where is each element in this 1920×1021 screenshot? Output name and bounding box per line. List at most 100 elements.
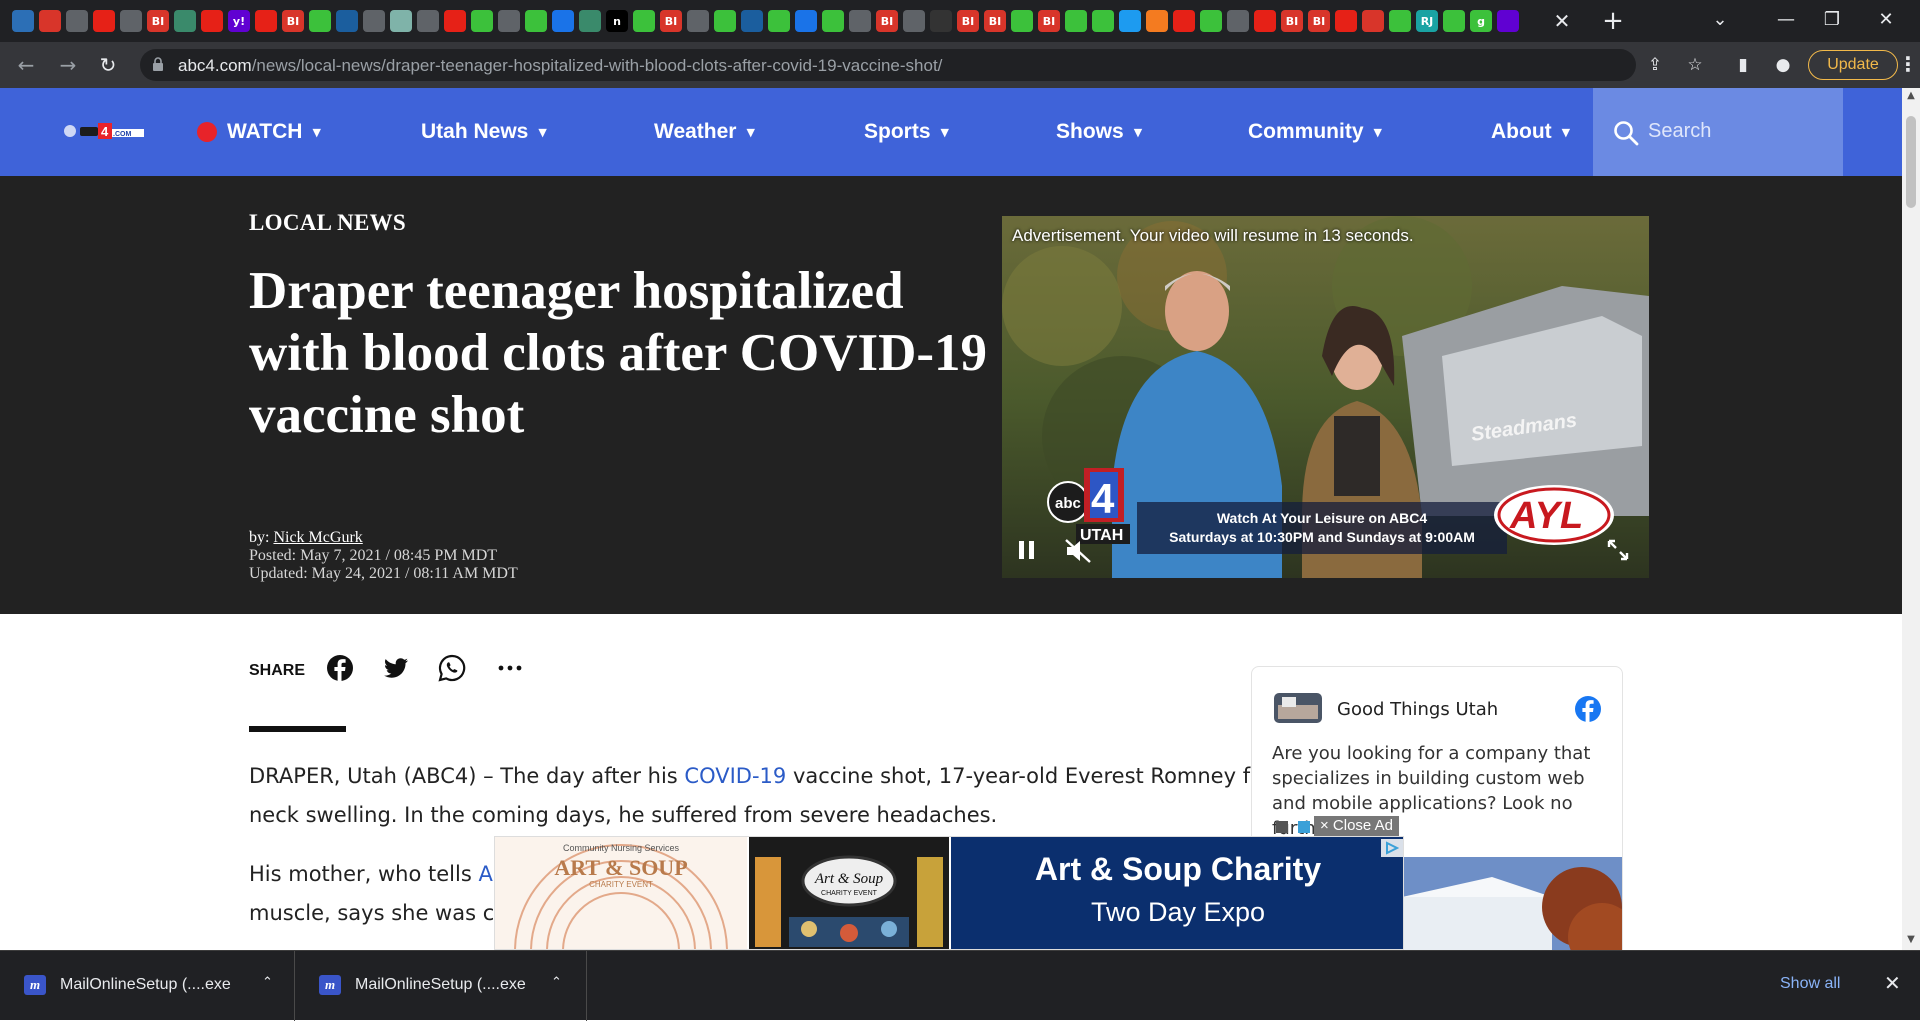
close-ad-button[interactable]: × Close Ad	[1314, 816, 1399, 836]
new-tab-button[interactable]: +	[1598, 6, 1628, 36]
fullscreen-icon[interactable]	[1606, 538, 1630, 562]
scrollbar-thumb[interactable]	[1906, 116, 1916, 208]
business-insider-favicon-icon[interactable]: BI	[147, 10, 169, 32]
play-favicon-icon[interactable]	[714, 10, 736, 32]
twitter-icon[interactable]	[382, 654, 410, 682]
globe-favicon-icon[interactable]	[66, 10, 88, 32]
show-all-downloads-link[interactable]: Show all	[1780, 975, 1840, 993]
globe-favicon-icon[interactable]	[498, 10, 520, 32]
business-insider-favicon-icon[interactable]: BI	[876, 10, 898, 32]
play-favicon-icon[interactable]	[822, 10, 844, 32]
globe-favicon-icon[interactable]	[687, 10, 709, 32]
post-image[interactable]	[1402, 857, 1623, 950]
section-kicker[interactable]: LOCAL NEWS	[249, 210, 406, 236]
business-insider-favicon-icon[interactable]: BI	[1308, 10, 1330, 32]
share-page-icon[interactable]: ⇪	[1644, 54, 1666, 76]
scroll-up-icon[interactable]: ▲	[1905, 90, 1917, 102]
site-logo[interactable]: 4 .COM	[62, 120, 146, 142]
globe-favicon-icon[interactable]	[120, 10, 142, 32]
play-favicon-icon[interactable]	[1065, 10, 1087, 32]
chevron-up-icon[interactable]: ⌃	[551, 975, 562, 990]
business-insider-favicon-icon[interactable]: BI	[660, 10, 682, 32]
generic-favicon-icon[interactable]	[336, 10, 358, 32]
page-name[interactable]: Good Things Utah	[1337, 699, 1498, 720]
generic-favicon-icon[interactable]: n	[606, 10, 628, 32]
page-scrollbar[interactable]: ▲ ▼	[1902, 88, 1920, 950]
youtube-favicon-icon[interactable]	[1254, 10, 1276, 32]
adchoices-icon[interactable]	[1381, 839, 1403, 857]
forward-icon[interactable]: →	[54, 51, 82, 79]
close-download-shelf-icon[interactable]: ✕	[1884, 971, 1901, 995]
profile-icon[interactable]: ●	[1772, 54, 1794, 76]
generic-favicon-icon[interactable]	[903, 10, 925, 32]
nav-shows[interactable]: Shows ▼	[1056, 118, 1142, 146]
generic-favicon-icon[interactable]	[1497, 10, 1519, 32]
generic-favicon-icon[interactable]	[363, 10, 385, 32]
author-link[interactable]: Nick McGurk	[273, 529, 362, 546]
generic-favicon-icon[interactable]	[12, 10, 34, 32]
close-tab-icon[interactable]: ✕	[1548, 8, 1576, 34]
browser-menu-icon[interactable]: ⋮	[1898, 52, 1918, 78]
scroll-down-icon[interactable]: ▼	[1905, 934, 1917, 946]
lock-icon[interactable]	[152, 57, 164, 71]
nav-utah-news[interactable]: Utah News ▼	[421, 118, 547, 146]
generic-favicon-icon[interactable]: g	[1470, 10, 1492, 32]
bookmark-star-icon[interactable]: ☆	[1684, 54, 1706, 76]
pause-icon[interactable]	[1016, 538, 1038, 562]
minimize-icon[interactable]: —	[1766, 4, 1806, 36]
business-insider-favicon-icon[interactable]: BI	[1038, 10, 1060, 32]
globe-favicon-icon[interactable]	[417, 10, 439, 32]
play-favicon-icon[interactable]	[1443, 10, 1465, 32]
generic-favicon-icon[interactable]: RJ	[1416, 10, 1438, 32]
generic-favicon-icon[interactable]	[930, 10, 952, 32]
youtube-favicon-icon[interactable]	[255, 10, 277, 32]
address-bar[interactable]: abc4.com/news/local-news/draper-teenager…	[140, 49, 1636, 81]
search-input[interactable]: Search	[1648, 120, 1711, 143]
download-item[interactable]: m MailOnlineSetup (....exe ⌃	[0, 951, 295, 1021]
play-favicon-icon[interactable]	[1389, 10, 1411, 32]
facebook-icon[interactable]	[1574, 695, 1602, 723]
restore-icon[interactable]: ❐	[1812, 4, 1852, 36]
play-favicon-icon[interactable]	[525, 10, 547, 32]
download-item[interactable]: m MailOnlineSetup (....exe ⌃	[295, 951, 587, 1021]
generic-favicon-icon[interactable]	[849, 10, 871, 32]
search-favicon-icon[interactable]	[552, 10, 574, 32]
yahoo-favicon-icon[interactable]: y!	[228, 10, 250, 32]
youtube-favicon-icon[interactable]	[1173, 10, 1195, 32]
nav-watch[interactable]: WATCH ▼	[197, 118, 321, 146]
reload-icon[interactable]: ↻	[94, 51, 122, 79]
generic-favicon-icon[interactable]	[1362, 10, 1384, 32]
business-insider-favicon-icon[interactable]: BI	[1281, 10, 1303, 32]
youtube-favicon-icon[interactable]	[1335, 10, 1357, 32]
play-favicon-icon[interactable]	[633, 10, 655, 32]
tab-search-icon[interactable]: ⌄	[1700, 4, 1740, 36]
globe-favicon-icon[interactable]	[1227, 10, 1249, 32]
back-icon[interactable]: ←	[12, 51, 40, 79]
side-panel-icon[interactable]: ▮	[1732, 54, 1754, 76]
nav-sports[interactable]: Sports ▼	[864, 118, 949, 146]
play-favicon-icon[interactable]	[1011, 10, 1033, 32]
play-favicon-icon[interactable]	[309, 10, 331, 32]
play-favicon-icon[interactable]	[1200, 10, 1222, 32]
facebook-icon[interactable]	[326, 654, 354, 682]
more-icon[interactable]	[496, 654, 524, 682]
business-insider-favicon-icon[interactable]: BI	[282, 10, 304, 32]
business-insider-favicon-icon[interactable]: BI	[957, 10, 979, 32]
generic-favicon-icon[interactable]	[174, 10, 196, 32]
generic-favicon-icon[interactable]	[39, 10, 61, 32]
video-ad-player[interactable]: Steadmans Advertisement. Your video will…	[1002, 216, 1649, 578]
play-favicon-icon[interactable]	[1092, 10, 1114, 32]
site-search[interactable]: Search	[1593, 88, 1843, 176]
chevron-up-icon[interactable]: ⌃	[262, 975, 273, 990]
generic-favicon-icon[interactable]	[390, 10, 412, 32]
search-favicon-icon[interactable]	[795, 10, 817, 32]
nav-weather[interactable]: Weather ▼	[654, 118, 755, 146]
generic-favicon-icon[interactable]	[1146, 10, 1168, 32]
business-insider-favicon-icon[interactable]: BI	[984, 10, 1006, 32]
nav-community[interactable]: Community ▼	[1248, 118, 1382, 146]
generic-favicon-icon[interactable]	[579, 10, 601, 32]
play-favicon-icon[interactable]	[768, 10, 790, 32]
update-button[interactable]: Update	[1808, 50, 1898, 80]
nav-about[interactable]: About ▼	[1491, 118, 1570, 146]
youtube-favicon-icon[interactable]	[201, 10, 223, 32]
